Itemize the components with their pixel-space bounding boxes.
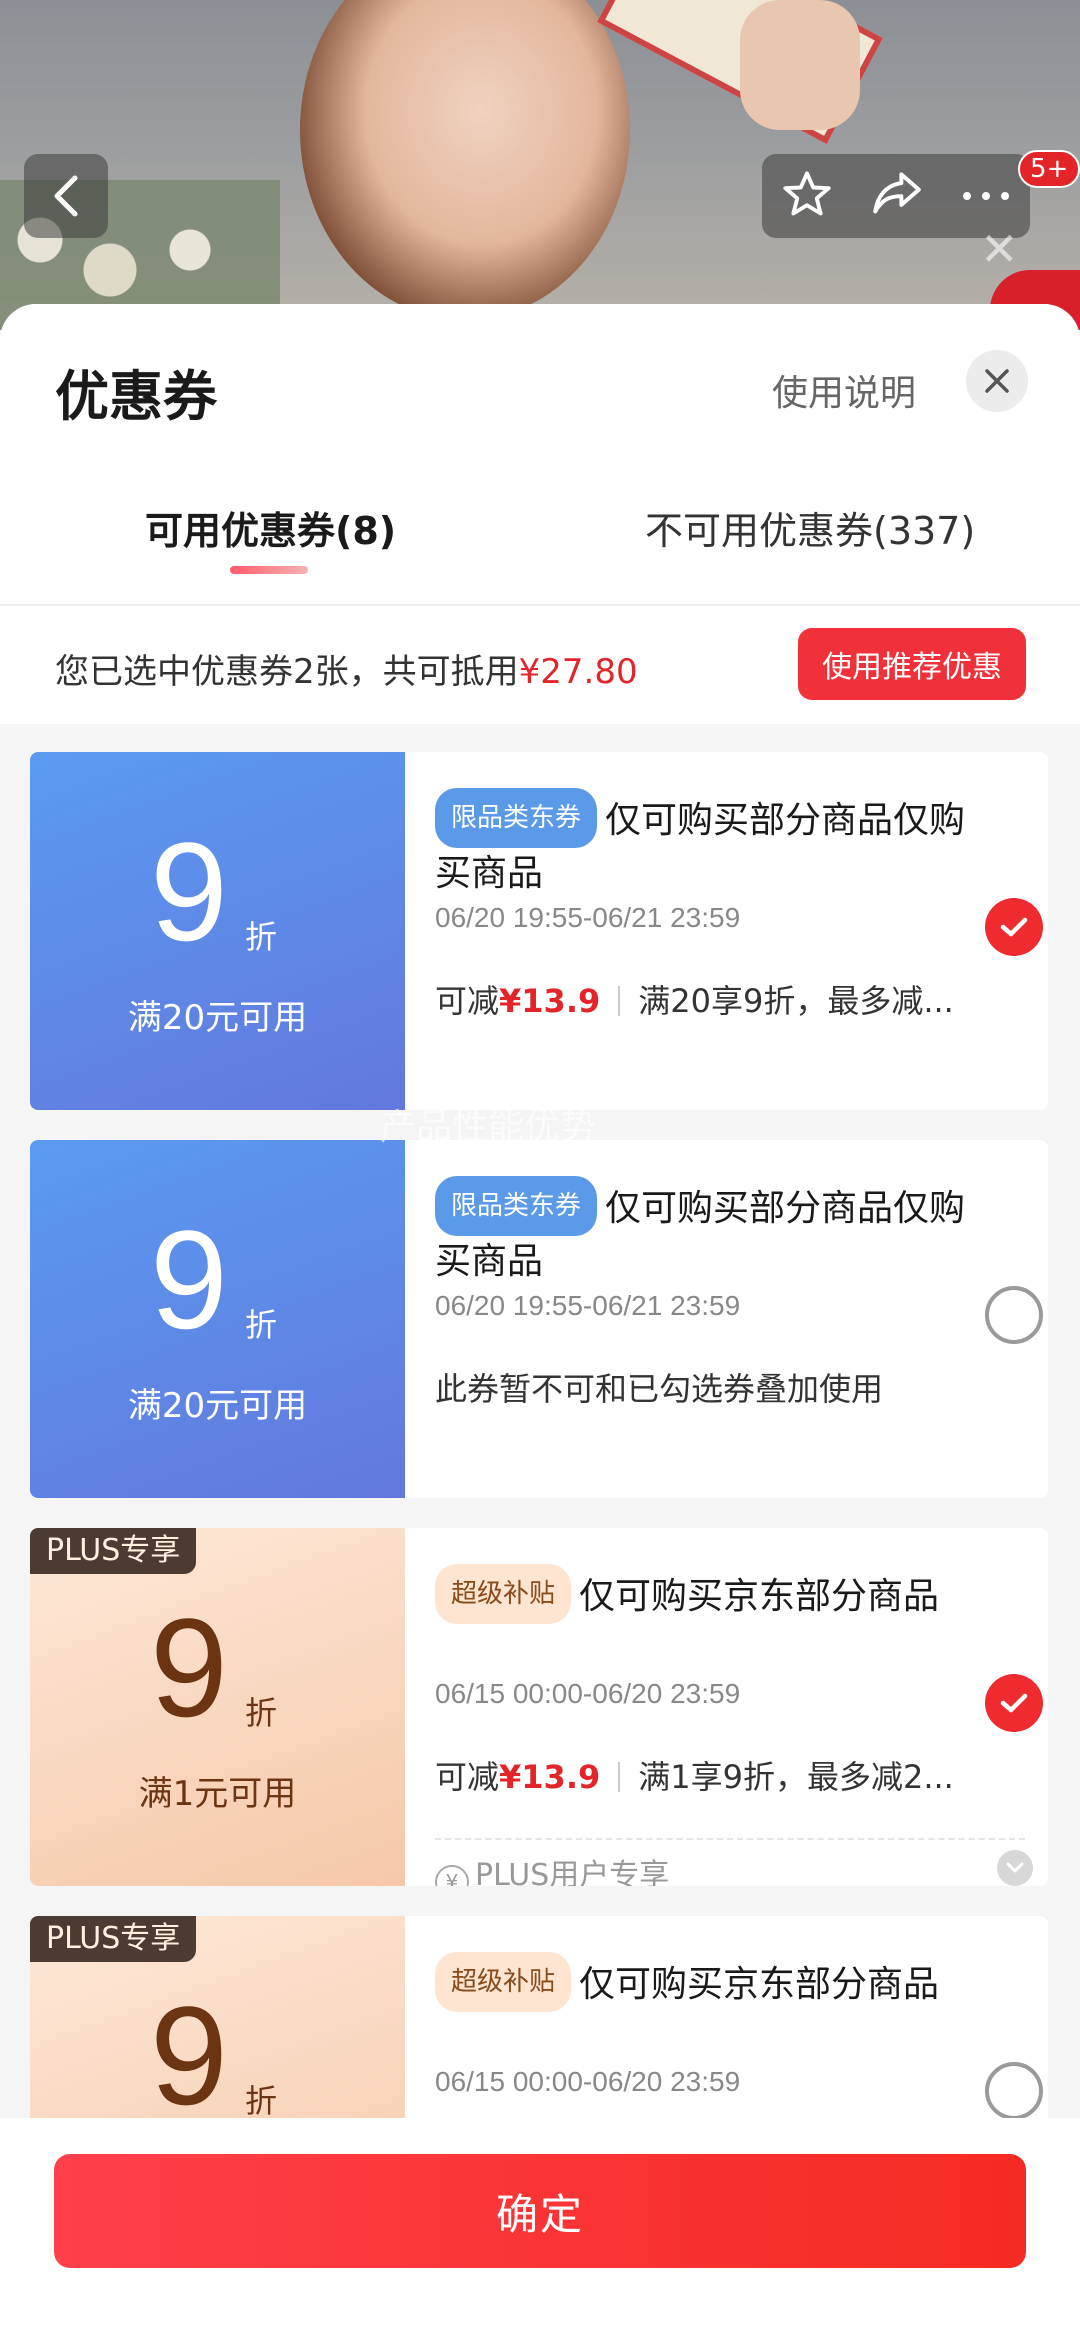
coupon-validity: 06/20 19:55-06/21 23:59 bbox=[435, 1290, 741, 1321]
coupon-stack-note: 此券暂不可和已勾选券叠加使用 bbox=[435, 1370, 884, 1408]
checkmark-icon bbox=[1000, 917, 1028, 937]
coupon-unit: 折 bbox=[245, 2082, 278, 2120]
coupon-value-panel: 9 折 满20元可用 bbox=[30, 1140, 405, 1498]
tab-available[interactable]: 可用优惠券(8) bbox=[145, 500, 396, 555]
discount-prefix: 可减 bbox=[435, 982, 500, 1020]
coupon-title: 限品类东券 仅可购买部分商品仅购买商品 bbox=[435, 788, 995, 900]
coupon-checkbox-unchecked[interactable] bbox=[985, 2062, 1043, 2120]
coupon-details: 限品类东券 仅可购买部分商品仅购买商品 06/20 19:55-06/21 23:… bbox=[435, 1140, 1043, 1498]
plus-exclusive-tag: PLUS专享 bbox=[30, 1916, 197, 1962]
coupon-tag: 限品类东券 bbox=[435, 788, 598, 848]
cart-count-badge: 5+ bbox=[1018, 150, 1080, 188]
coupon-value: 9 bbox=[150, 1201, 228, 1358]
coupon-details: 超级补贴 仅可购买京东部分商品 06/15 00:00-06/20 23:59 可… bbox=[435, 1528, 1043, 1886]
summary-amount: ¥27.80 bbox=[518, 652, 638, 692]
more-icon bbox=[963, 191, 1010, 200]
coupon-checkbox-checked[interactable] bbox=[985, 1674, 1043, 1732]
coupon-title: 限品类东券 仅可购买部分商品仅购买商品 bbox=[435, 1176, 995, 1288]
sheet-header: 优惠券 使用说明 可用优惠券(8) 不可用优惠券(337) bbox=[0, 304, 1080, 604]
close-icon bbox=[985, 369, 1009, 393]
yen-icon: ¥ bbox=[435, 1865, 469, 1886]
favorite-button[interactable] bbox=[781, 168, 833, 224]
selection-summary: 您已选中优惠券2张，共可抵用¥27.80 使用推荐优惠 bbox=[0, 604, 1080, 724]
confirm-button[interactable]: 确定 bbox=[54, 2154, 1026, 2268]
share-button[interactable] bbox=[870, 170, 924, 222]
back-button[interactable] bbox=[24, 154, 108, 238]
watermark-text: 产品性能优势 bbox=[380, 1107, 597, 1148]
plus-user-note-text: PLUS用户专享 bbox=[475, 1858, 670, 1886]
plus-user-note: ¥ PLUS用户专享 bbox=[435, 1838, 1025, 1886]
footer-bar: 确定 bbox=[0, 2118, 1080, 2344]
coupon-unit: 折 bbox=[245, 1306, 278, 1344]
use-recommended-button[interactable]: 使用推荐优惠 bbox=[798, 628, 1026, 700]
coupon-validity: 06/20 19:55-06/21 23:59 bbox=[435, 902, 741, 933]
discount-amount: ¥13.9 bbox=[499, 1758, 601, 1796]
coupon-card[interactable]: 9 折 满20元可用 限品类东券 仅可购买部分商品仅购买商品 06/20 19:5… bbox=[30, 1140, 1048, 1498]
coupon-validity: 06/15 00:00-06/20 23:59 bbox=[435, 2066, 741, 2097]
coupon-value-panel: PLUS专享 9 折 满1元可用 bbox=[30, 1528, 405, 1886]
coupon-checkbox-unchecked[interactable] bbox=[985, 1286, 1043, 1344]
more-button[interactable] bbox=[961, 187, 1011, 206]
active-tab-indicator bbox=[230, 566, 308, 574]
coupon-title: 超级补贴 仅可购买京东部分商品 bbox=[435, 1952, 995, 2012]
discount-rule: 满1享9折，最多减2... bbox=[638, 1758, 954, 1796]
coupon-tag: 超级补贴 bbox=[435, 1952, 572, 2012]
discount-rule: 满20享9折，最多减... bbox=[638, 982, 954, 1020]
sheet-title: 优惠券 bbox=[55, 365, 217, 428]
close-button[interactable] bbox=[966, 350, 1028, 412]
coupon-discount-info: 可减¥13.9 满1享9折，最多减2... bbox=[435, 1752, 955, 1798]
plus-exclusive-tag: PLUS专享 bbox=[30, 1528, 197, 1574]
coupon-value: 9 bbox=[150, 1977, 228, 2134]
coupon-tag: 限品类东券 bbox=[435, 1176, 598, 1236]
summary-prefix: 您已选中优惠券2张，共可抵用 bbox=[55, 652, 519, 692]
coupon-tag: 超级补贴 bbox=[435, 1564, 572, 1624]
chevron-down-icon bbox=[1006, 1862, 1024, 1873]
coupon-title-text: 仅可购买京东部分商品 bbox=[579, 1576, 940, 1617]
tab-unavailable[interactable]: 不可用优惠券(337) bbox=[645, 500, 975, 555]
coupon-card[interactable]: 9 折 满20元可用 限品类东券 仅可购买部分商品仅购买商品 06/20 19:5… bbox=[30, 752, 1048, 1110]
coupon-title: 超级补贴 仅可购买京东部分商品 bbox=[435, 1564, 995, 1624]
coupon-condition: 满20元可用 bbox=[127, 998, 308, 1038]
coupon-details: 限品类东券 仅可购买部分商品仅购买商品 06/20 19:55-06/21 23:… bbox=[435, 752, 1043, 1110]
coupon-card[interactable]: PLUS专享 9 折 满1元可用 超级补贴 仅可购买京东部分商品 06/15 00… bbox=[30, 1528, 1048, 1886]
usage-instructions-link[interactable]: 使用说明 bbox=[772, 364, 916, 416]
share-icon bbox=[873, 172, 921, 214]
coupon-validity: 06/15 00:00-06/20 23:59 bbox=[435, 1678, 741, 1709]
checkmark-icon bbox=[1000, 1693, 1028, 1713]
coupon-condition: 满1元可用 bbox=[138, 1774, 297, 1814]
coupon-title-text: 仅可购买京东部分商品 bbox=[579, 1964, 940, 2005]
background-close-icon: ✕ bbox=[980, 222, 1019, 276]
coupon-checkbox-checked[interactable] bbox=[985, 898, 1043, 956]
coupon-discount-info: 可减¥13.9 满20享9折，最多减... bbox=[435, 976, 955, 1022]
chevron-left-icon bbox=[54, 175, 78, 217]
coupon-unit: 折 bbox=[245, 918, 278, 956]
coupon-unit: 折 bbox=[245, 1694, 278, 1732]
discount-prefix: 可减 bbox=[435, 1758, 500, 1796]
coupon-value: 9 bbox=[150, 813, 228, 970]
expand-button[interactable] bbox=[997, 1850, 1033, 1886]
coupon-sheet: 优惠券 使用说明 可用优惠券(8) 不可用优惠券(337) 您已选中优惠券2张，… bbox=[0, 304, 1080, 2344]
summary-text: 您已选中优惠券2张，共可抵用¥27.80 bbox=[55, 644, 638, 693]
star-icon bbox=[783, 171, 831, 216]
coupon-condition: 满20元可用 bbox=[127, 1386, 308, 1426]
coupon-value-panel: 9 折 满20元可用 bbox=[30, 752, 405, 1110]
coupon-tabs: 可用优惠券(8) 不可用优惠券(337) bbox=[0, 500, 1080, 590]
discount-amount: ¥13.9 bbox=[499, 982, 601, 1020]
coupon-value: 9 bbox=[150, 1589, 228, 1746]
